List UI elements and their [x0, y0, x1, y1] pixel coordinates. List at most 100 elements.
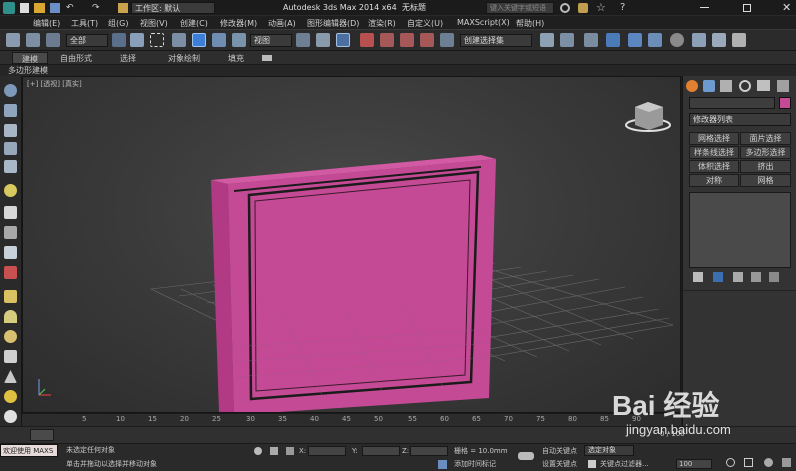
object-color-swatch[interactable]: [779, 97, 791, 109]
extrude-button[interactable]: 挤出: [740, 160, 791, 173]
y-coordinate-field[interactable]: [362, 446, 400, 456]
configure-modifier-sets-icon[interactable]: [769, 272, 779, 282]
menu-help[interactable]: 帮助(H): [516, 18, 544, 29]
paint-icon[interactable]: [4, 266, 17, 279]
ribbon-polygon-modeling[interactable]: 多边形建模: [8, 67, 48, 75]
layer-manager-icon[interactable]: [584, 33, 598, 47]
unlink-icon[interactable]: [26, 33, 40, 47]
poly-select-button[interactable]: 多边形选择: [740, 146, 791, 159]
viewport-orbit-icon[interactable]: [4, 84, 17, 97]
camera-icon[interactable]: [4, 226, 17, 239]
x-coordinate-field[interactable]: [308, 446, 346, 456]
hierarchy-tab-icon[interactable]: [720, 80, 732, 92]
selection-filter-dropdown[interactable]: 全部: [66, 34, 108, 47]
display-tab-icon[interactable]: [757, 80, 770, 91]
auto-key-button[interactable]: 自动关键点: [542, 448, 577, 455]
frame-field[interactable]: 100: [676, 459, 712, 469]
select-scale-icon[interactable]: [232, 33, 246, 47]
ribbon-options-icon[interactable]: [262, 55, 272, 61]
sun-icon[interactable]: [4, 390, 17, 403]
cylinder-icon[interactable]: [4, 350, 17, 363]
brush-icon[interactable]: [4, 246, 17, 259]
mirror-icon[interactable]: [540, 33, 554, 47]
workspace-dropdown[interactable]: 工作区: 默认: [131, 2, 215, 14]
window-crossing-icon[interactable]: [172, 33, 186, 47]
align-icon[interactable]: [560, 33, 574, 47]
keyboard-shortcut-override-icon[interactable]: [336, 33, 350, 47]
curve-editor-icon[interactable]: [628, 33, 642, 47]
time-tag-icon[interactable]: [438, 460, 447, 469]
ribbon-tab-selection[interactable]: 选择: [120, 55, 136, 63]
object-name-field[interactable]: [689, 97, 775, 109]
motion-tab-icon[interactable]: [739, 80, 751, 92]
symmetry-button[interactable]: 对称: [689, 174, 739, 187]
time-slider[interactable]: [30, 429, 54, 441]
mesh-select-button[interactable]: 网格选择: [689, 132, 739, 145]
half-sphere-icon[interactable]: [4, 310, 17, 323]
select-manipulate-icon[interactable]: [316, 33, 330, 47]
select-rotate-icon[interactable]: [212, 33, 226, 47]
reference-coordinate-dropdown[interactable]: 视图: [250, 34, 292, 47]
modifier-stack-list[interactable]: [689, 192, 791, 268]
zoom-icon[interactable]: [726, 458, 735, 467]
bind-space-warp-icon[interactable]: [46, 33, 60, 47]
pivot-center-icon[interactable]: [296, 33, 310, 47]
select-move-icon[interactable]: [192, 33, 206, 47]
menu-graph-editors[interactable]: 图形编辑器(D): [307, 18, 359, 29]
folder-icon[interactable]: [4, 290, 17, 303]
menu-customize[interactable]: 自定义(U): [407, 18, 443, 29]
edit-named-selection-icon[interactable]: [440, 33, 454, 47]
absolute-mode-icon[interactable]: [286, 447, 294, 455]
selection-lock-icon[interactable]: [270, 447, 278, 455]
key-mode-icon[interactable]: [518, 452, 534, 460]
timeline-ruler[interactable]: 5 10 15 20 25 30 35 40 45 50 55 60 65 70…: [22, 413, 681, 426]
light-bulb-icon[interactable]: [4, 184, 17, 197]
menu-modifiers[interactable]: 修改器(M): [220, 18, 257, 29]
new-file-icon[interactable]: [20, 3, 29, 13]
undo-icon[interactable]: ↶: [66, 3, 76, 13]
cone-icon[interactable]: [4, 370, 17, 383]
render-production-icon[interactable]: [732, 33, 746, 47]
ribbon-tab-freeform[interactable]: 自由形式: [60, 55, 92, 63]
add-time-tag[interactable]: 添加时间标记: [454, 461, 496, 468]
project-folder-icon[interactable]: [118, 3, 128, 13]
link-icon[interactable]: [6, 33, 20, 47]
spinner-snap-icon[interactable]: [420, 33, 434, 47]
maxscript-listener[interactable]: 欢迎使用 MAXS: [0, 444, 58, 457]
sphere-icon[interactable]: [4, 330, 17, 343]
angle-snap-icon[interactable]: [380, 33, 394, 47]
menu-edit[interactable]: 编辑(E): [33, 18, 60, 29]
utilities-tab-icon[interactable]: [777, 80, 789, 92]
help-icon[interactable]: ?: [620, 2, 625, 13]
create-tab-icon[interactable]: [686, 80, 698, 92]
menu-tools[interactable]: 工具(T): [71, 18, 98, 29]
rectangular-selection-icon[interactable]: [150, 33, 164, 47]
modify-tab-icon[interactable]: [703, 80, 715, 92]
make-unique-icon[interactable]: [733, 272, 743, 282]
zoom-all-icon[interactable]: [744, 458, 753, 467]
menu-rendering[interactable]: 渲染(R): [368, 18, 396, 29]
remove-modifier-icon[interactable]: [751, 272, 761, 282]
menu-create[interactable]: 创建(C): [180, 18, 208, 29]
save-file-icon[interactable]: [50, 3, 60, 13]
set-key-button[interactable]: 设置关键点: [542, 461, 577, 468]
volume-select-button[interactable]: 体积选择: [689, 160, 739, 173]
rendered-frame-window-icon[interactable]: [712, 33, 726, 47]
named-selection-dropdown[interactable]: 创建选择集: [460, 34, 532, 47]
key-filters-button[interactable]: 关键点过滤器...: [600, 461, 649, 468]
spline-select-button[interactable]: 样条线选择: [689, 146, 739, 159]
isolate-selection-icon[interactable]: [254, 447, 262, 455]
snaps-toggle-icon[interactable]: [360, 33, 374, 47]
select-by-name-icon[interactable]: [130, 33, 144, 47]
app-logo-icon[interactable]: [3, 2, 15, 14]
orbit-icon[interactable]: [764, 458, 773, 467]
pin-stack-icon[interactable]: [693, 272, 703, 282]
restore-window-icon[interactable]: [743, 4, 751, 12]
favorites-star-icon[interactable]: ☆: [596, 1, 606, 14]
z-coordinate-field[interactable]: [410, 446, 448, 456]
ribbon-tab-object-paint[interactable]: 对象绘制: [168, 55, 200, 63]
menu-animation[interactable]: 动画(A): [268, 18, 296, 29]
render-setup-icon[interactable]: [692, 33, 706, 47]
communication-center-icon[interactable]: [578, 3, 588, 13]
search-field[interactable]: 键入关键字或短语: [486, 2, 554, 14]
